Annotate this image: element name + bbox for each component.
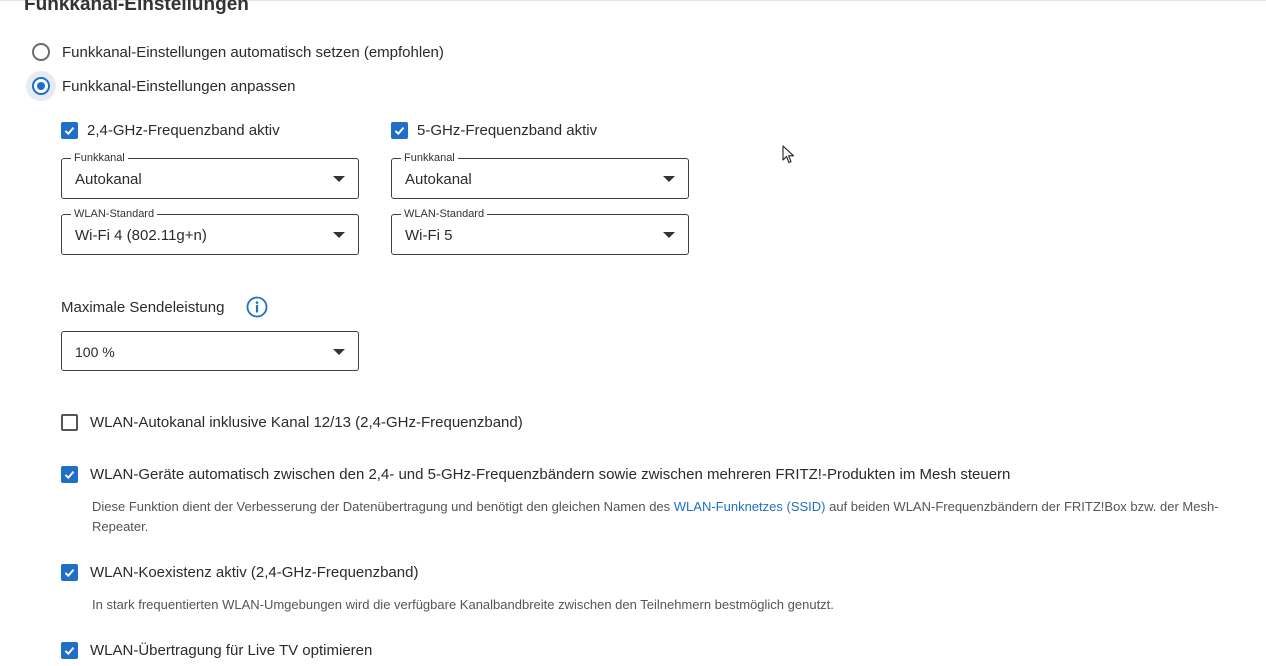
coexistence-label: WLAN-Koexistenz aktiv (2,4-GHz-Frequenzb… <box>90 564 419 581</box>
info-circle-icon[interactable] <box>246 296 268 318</box>
band5-channel-select[interactable]: Funkkanal Autokanal <box>391 151 689 199</box>
band24-standard-value: Wi-Fi 4 (802.11g+n) <box>75 227 207 244</box>
radio-button-auto[interactable] <box>32 43 50 61</box>
ssid-link[interactable]: WLAN-Funknetzes (SSID) <box>674 499 826 514</box>
band-steering-description: Diese Funktion dient der Verbesserung de… <box>92 497 1252 537</box>
band5-standard-legend: WLAN-Standard <box>401 207 488 221</box>
mouse-cursor-icon <box>782 145 795 164</box>
radio-auto-settings-wrap <box>26 37 56 67</box>
band24-channel-legend: Funkkanal <box>71 151 128 165</box>
option-band-steering[interactable]: WLAN-Geräte automatisch zwischen den 2,4… <box>61 466 1010 483</box>
section-title: Funkkanal-Einstellungen <box>24 0 249 15</box>
check-icon <box>64 569 75 578</box>
chevron-down-icon <box>663 176 675 182</box>
chevron-down-icon <box>333 176 345 182</box>
radio-custom-settings-wrap <box>26 71 56 101</box>
radio-auto-label: Funkkanal-Einstellungen automatisch setz… <box>62 43 444 61</box>
option-autochannel[interactable]: WLAN-Autokanal inklusive Kanal 12/13 (2,… <box>61 414 523 431</box>
band24-label: 2,4-GHz-Frequenzband aktiv <box>87 122 280 139</box>
autochannel-checkbox[interactable] <box>61 414 78 431</box>
band24-checkbox[interactable] <box>61 122 78 139</box>
radio-custom-settings[interactable]: Funkkanal-Einstellungen anpassen <box>26 71 296 101</box>
power-label: Maximale Sendeleistung <box>61 299 225 316</box>
band5-label: 5-GHz-Frequenzband aktiv <box>417 122 598 139</box>
chevron-down-icon <box>663 232 675 238</box>
radio-auto-settings[interactable]: Funkkanal-Einstellungen automatisch setz… <box>26 37 444 67</box>
band24-standard-select[interactable]: WLAN-Standard Wi-Fi 4 (802.11g+n) <box>61 207 359 255</box>
band5-standard-value: Wi-Fi 5 <box>405 227 453 244</box>
band24-channel-select[interactable]: Funkkanal Autokanal <box>61 151 359 199</box>
band24-toggle[interactable]: 2,4-GHz-Frequenzband aktiv <box>61 122 280 139</box>
check-icon <box>64 647 75 656</box>
chevron-down-icon <box>333 349 345 355</box>
check-icon <box>394 127 405 136</box>
band5-checkbox[interactable] <box>391 122 408 139</box>
power-select[interactable]: 100 % <box>61 331 359 371</box>
option-live-tv[interactable]: WLAN-Übertragung für Live TV optimieren <box>61 642 372 659</box>
live-tv-checkbox[interactable] <box>61 642 78 659</box>
band5-channel-value: Autokanal <box>405 171 472 188</box>
band5-channel-legend: Funkkanal <box>401 151 458 165</box>
power-value: 100 % <box>75 344 115 360</box>
coexistence-description: In stark frequentierten WLAN-Umgebungen … <box>92 597 834 612</box>
band5-toggle[interactable]: 5-GHz-Frequenzband aktiv <box>391 122 597 139</box>
check-icon <box>64 127 75 136</box>
radio-custom-label: Funkkanal-Einstellungen anpassen <box>62 77 296 95</box>
band-steering-checkbox[interactable] <box>61 466 78 483</box>
chevron-down-icon <box>333 232 345 238</box>
band24-standard-legend: WLAN-Standard <box>71 207 158 221</box>
band5-standard-select[interactable]: WLAN-Standard Wi-Fi 5 <box>391 207 689 255</box>
check-icon <box>64 471 75 480</box>
autochannel-label: WLAN-Autokanal inklusive Kanal 12/13 (2,… <box>90 414 523 431</box>
coexistence-checkbox[interactable] <box>61 564 78 581</box>
band-steering-label: WLAN-Geräte automatisch zwischen den 2,4… <box>90 466 1011 483</box>
live-tv-label: WLAN-Übertragung für Live TV optimieren <box>90 642 373 659</box>
band-steering-desc-before: Diese Funktion dient der Verbesserung de… <box>92 499 674 514</box>
band24-channel-value: Autokanal <box>75 171 142 188</box>
radio-button-custom[interactable] <box>32 77 50 95</box>
option-coexistence[interactable]: WLAN-Koexistenz aktiv (2,4-GHz-Frequenzb… <box>61 564 418 581</box>
